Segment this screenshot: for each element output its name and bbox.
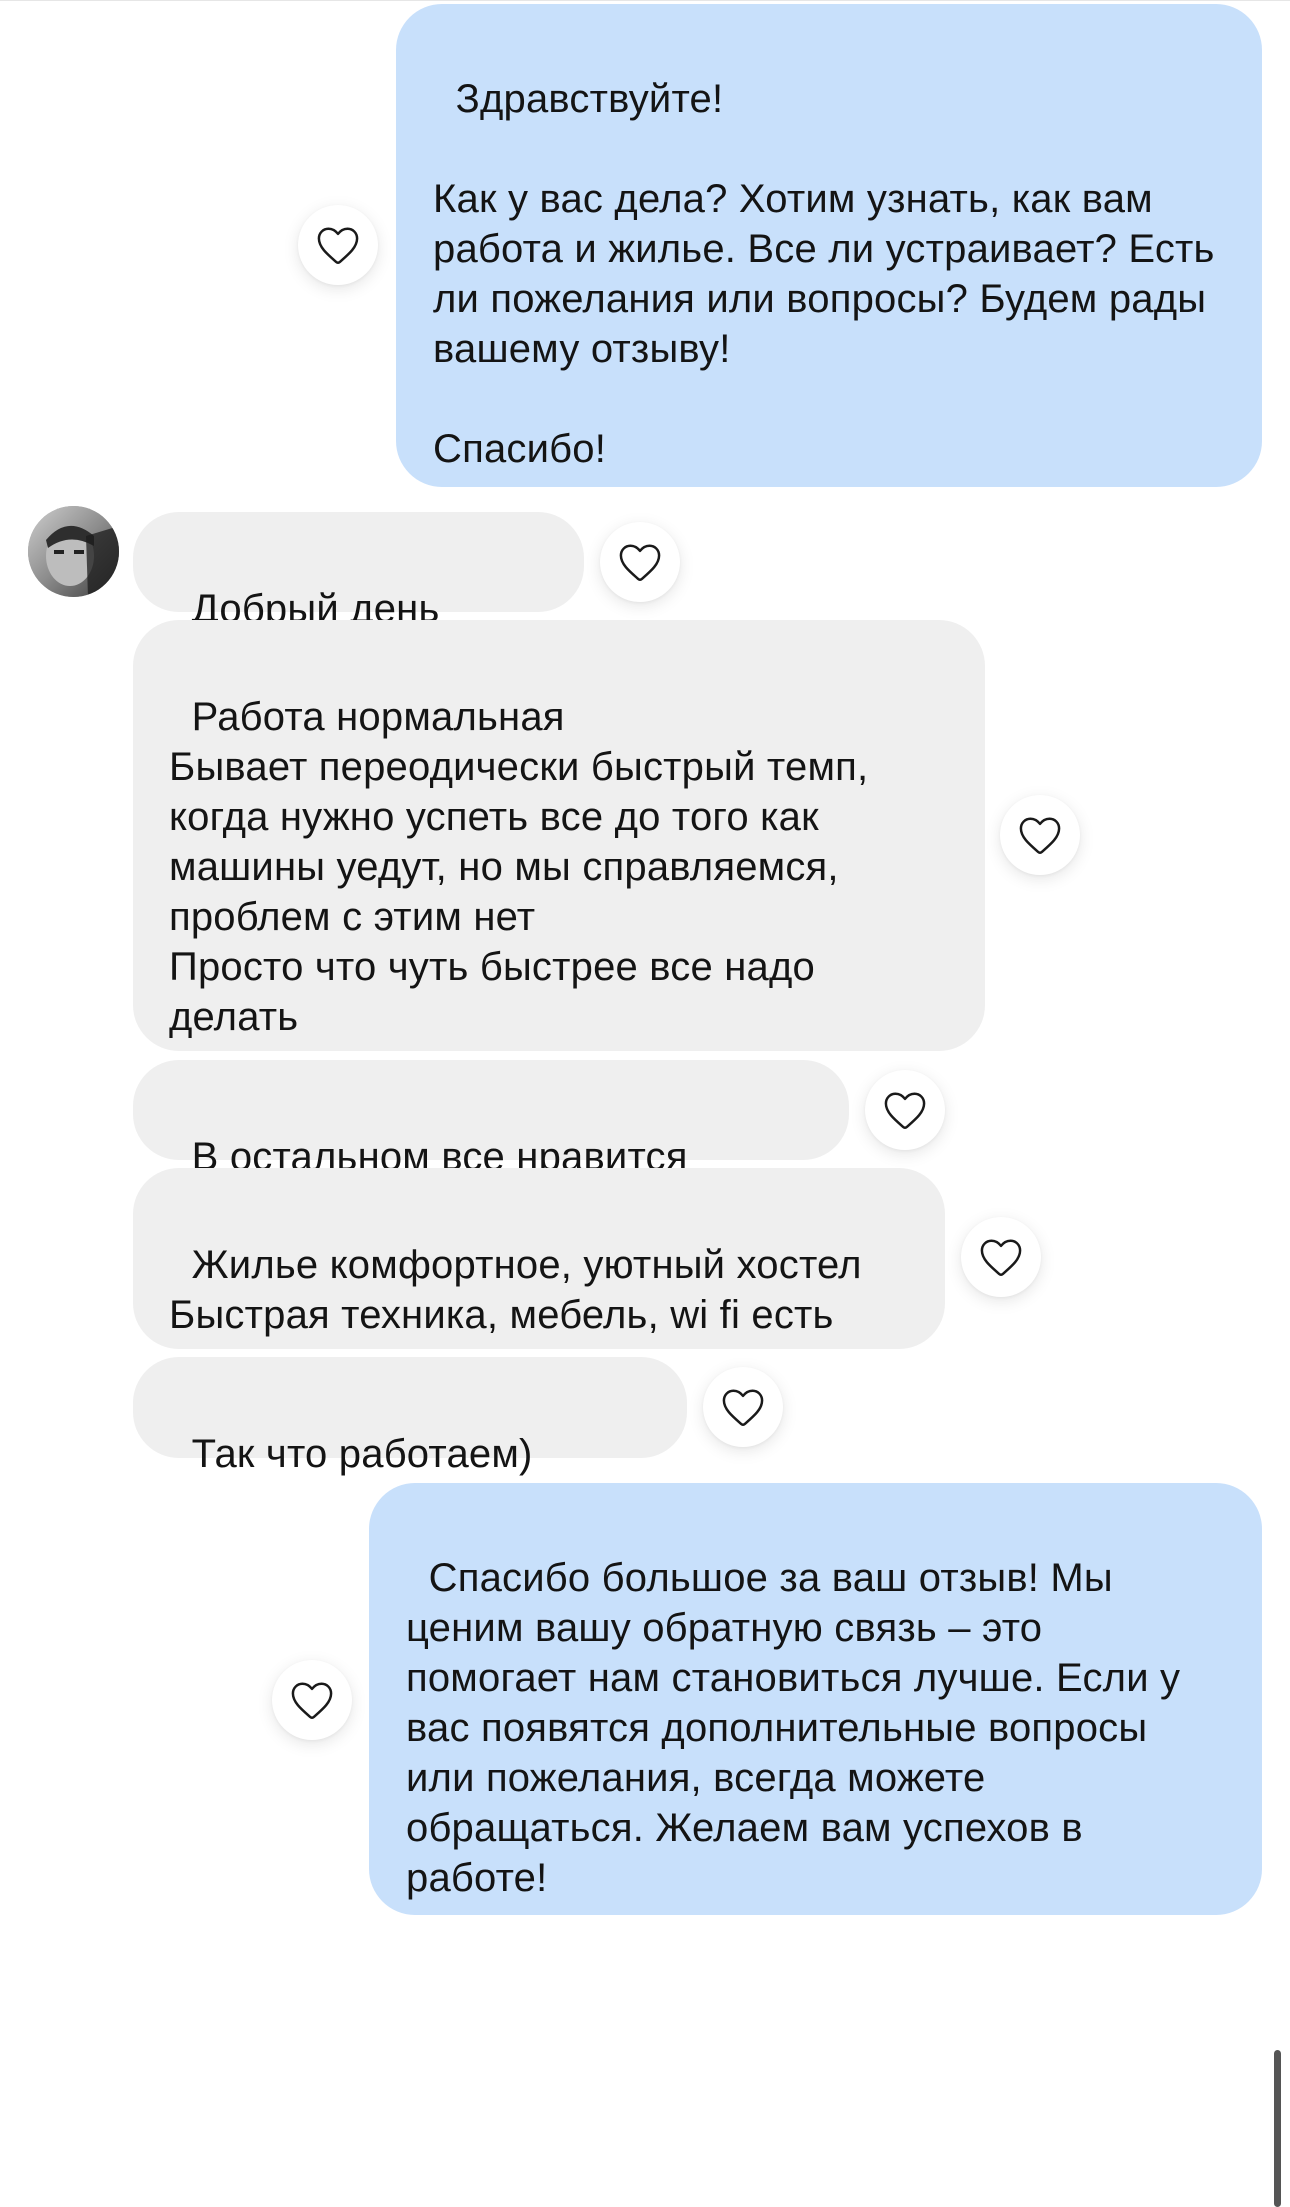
outgoing-message-bubble[interactable]: Здравствуйте! Как у вас дела? Хотим узна… [396, 4, 1262, 487]
heart-outline-icon [722, 1389, 764, 1426]
heart-outline-icon [317, 227, 359, 264]
top-divider [0, 0, 1290, 1]
avatar-image [28, 506, 119, 597]
message-text: Жилье комфортное, уютный хостел Быстрая … [169, 1243, 862, 1337]
heart-outline-icon [980, 1239, 1022, 1276]
like-button[interactable] [961, 1217, 1041, 1297]
contact-avatar[interactable] [28, 506, 119, 597]
like-button[interactable] [272, 1660, 352, 1740]
incoming-message-bubble[interactable]: Работа нормальная Бывает переодически бы… [133, 620, 985, 1051]
message-text: Спасибо большое за ваш отзыв! Мы ценим в… [406, 1556, 1192, 1900]
like-button[interactable] [600, 522, 680, 602]
heart-outline-icon [1019, 817, 1061, 854]
incoming-message-bubble[interactable]: Жилье комфортное, уютный хостел Быстрая … [133, 1168, 945, 1349]
like-button[interactable] [298, 205, 378, 285]
message-text: Работа нормальная Бывает переодически бы… [169, 695, 869, 1039]
like-button[interactable] [703, 1367, 783, 1447]
scrollbar[interactable] [1274, 2050, 1281, 2207]
like-button[interactable] [1000, 795, 1080, 875]
message-text: Так что работаем) [191, 1432, 533, 1476]
heart-outline-icon [291, 1682, 333, 1719]
incoming-message-bubble[interactable]: Так что работаем) [133, 1357, 687, 1476]
message-text: Здравствуйте! Как у вас дела? Хотим узна… [433, 77, 1215, 471]
heart-outline-icon [619, 544, 661, 581]
incoming-message-bubble[interactable]: Добрый день [133, 512, 584, 631]
like-button[interactable] [865, 1070, 945, 1150]
heart-outline-icon [884, 1092, 926, 1129]
outgoing-message-bubble[interactable]: Спасибо большое за ваш отзыв! Мы ценим в… [369, 1483, 1262, 1915]
incoming-message-bubble[interactable]: В остальном все нравится [133, 1060, 849, 1179]
